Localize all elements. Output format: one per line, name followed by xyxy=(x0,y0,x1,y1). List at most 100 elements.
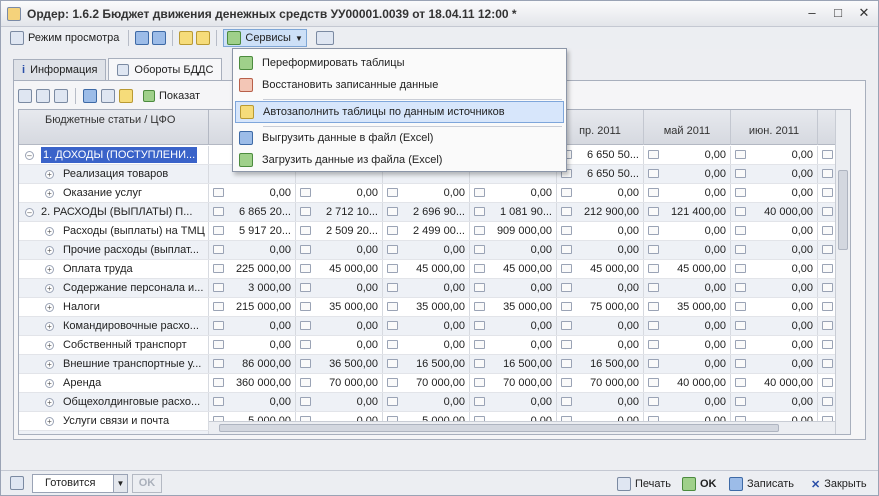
table-row[interactable]: + Налоги 215 000,00 35 000,00 35 000,00 35 00… xyxy=(19,298,850,317)
scroll-thumb[interactable] xyxy=(838,170,848,250)
expand-icon[interactable]: + xyxy=(45,417,54,426)
value-cell[interactable]: 0,00 xyxy=(470,279,557,297)
value-cell[interactable]: 5 917 20... xyxy=(209,222,296,240)
value-cell[interactable]: 2 712 10... xyxy=(296,203,383,221)
menu-item-restore-data[interactable]: Восстановить записанные данные xyxy=(235,74,564,96)
table-row[interactable]: + Оплата труда 225 000,00 45 000,00 45 000,0… xyxy=(19,260,850,279)
tab-information[interactable]: i Информация xyxy=(13,59,107,80)
value-cell[interactable]: 70 000,00 xyxy=(470,374,557,392)
value-cell[interactable]: 45 000,00 xyxy=(470,260,557,278)
value-cell[interactable]: 0,00 xyxy=(296,279,383,297)
row-name-cell[interactable]: + Прочие расходы (выплат... xyxy=(19,241,209,259)
row-name-cell[interactable]: + Общехолдинговые расхо... xyxy=(19,393,209,411)
grid-settings-icon[interactable] xyxy=(83,89,97,103)
value-cell[interactable]: 0,00 xyxy=(731,336,818,354)
value-cell[interactable]: 0,00 xyxy=(644,146,731,164)
row-name-cell[interactable]: + Собственный транспорт xyxy=(19,336,209,354)
value-cell[interactable]: 45 000,00 xyxy=(644,260,731,278)
value-cell[interactable]: 40 000,00 xyxy=(644,374,731,392)
value-cell[interactable]: 360 000,00 xyxy=(209,374,296,392)
value-cell[interactable]: 35 000,00 xyxy=(383,298,470,316)
row-name-cell[interactable]: + Налоги xyxy=(19,298,209,316)
value-cell[interactable]: 2 509 20... xyxy=(296,222,383,240)
print-preview-icon[interactable] xyxy=(101,89,115,103)
row-name-cell[interactable]: + Оказание услуг xyxy=(19,184,209,202)
value-cell[interactable]: 0,00 xyxy=(731,317,818,335)
value-cell[interactable]: 0,00 xyxy=(557,241,644,259)
view-mode-button[interactable]: Режим просмотра xyxy=(7,29,122,47)
vertical-scrollbar[interactable] xyxy=(835,110,850,434)
value-cell[interactable]: 1 081 90... xyxy=(470,203,557,221)
maximize-button[interactable]: □ xyxy=(830,5,846,21)
value-cell[interactable]: 0,00 xyxy=(209,317,296,335)
expand-icon[interactable]: + xyxy=(45,246,54,255)
show-button[interactable]: Показат xyxy=(159,90,200,102)
value-cell[interactable]: 0,00 xyxy=(470,336,557,354)
menu-item-export-excel[interactable]: Выгрузить данные в файл (Excel) xyxy=(235,127,564,149)
value-cell[interactable]: 45 000,00 xyxy=(557,260,644,278)
value-cell[interactable]: 75 000,00 xyxy=(557,298,644,316)
value-cell[interactable]: 0,00 xyxy=(731,165,818,183)
show-icon[interactable] xyxy=(143,90,155,102)
row-name-cell[interactable]: +Консалтинговые услуги xyxy=(19,431,209,434)
expand-icon[interactable]: + xyxy=(45,189,54,198)
value-cell[interactable]: 0,00 xyxy=(296,336,383,354)
row-name-cell[interactable]: + Услуги связи и почта xyxy=(19,412,209,430)
value-cell[interactable]: 0,00 xyxy=(731,146,818,164)
value-cell[interactable]: 0,00 xyxy=(731,260,818,278)
value-cell[interactable]: 3 000,00 xyxy=(209,279,296,297)
value-cell[interactable]: 215 000,00 xyxy=(209,298,296,316)
row-name-cell[interactable]: –1. ДОХОДЫ (ПОСТУПЛЕНИ... xyxy=(19,146,209,164)
value-cell[interactable]: 35 000,00 xyxy=(644,298,731,316)
scroll-thumb[interactable] xyxy=(219,424,779,432)
value-cell[interactable]: 40 000,00 xyxy=(731,374,818,392)
structure-icon[interactable] xyxy=(135,31,150,45)
value-cell[interactable]: 0,00 xyxy=(731,241,818,259)
ok-button[interactable]: OK xyxy=(682,475,717,493)
image-icon[interactable] xyxy=(152,31,167,45)
expand-icon[interactable]: + xyxy=(45,303,54,312)
tree-level-3-icon[interactable] xyxy=(54,89,68,103)
value-cell[interactable]: 70 000,00 xyxy=(383,374,470,392)
value-cell[interactable]: 45 000,00 xyxy=(296,260,383,278)
value-cell[interactable]: 0,00 xyxy=(731,184,818,202)
expand-icon[interactable]: + xyxy=(45,398,54,407)
print-button[interactable]: Печать xyxy=(617,475,671,493)
minimize-button[interactable]: – xyxy=(804,5,820,21)
state-select[interactable]: Готовится ▼ xyxy=(32,474,128,493)
row-name-cell[interactable]: + Реализация товаров xyxy=(19,165,209,183)
tab-bdds-turnover[interactable]: Обороты БДДС xyxy=(108,58,223,80)
value-cell[interactable]: 0,00 xyxy=(383,336,470,354)
value-cell[interactable]: 0,00 xyxy=(731,393,818,411)
value-cell[interactable]: 0,00 xyxy=(209,393,296,411)
value-cell[interactable]: 45 000,00 xyxy=(383,260,470,278)
value-cell[interactable]: 0,00 xyxy=(644,317,731,335)
state-ok-button[interactable]: OK xyxy=(132,474,162,493)
column-header[interactable]: июн. 2011 xyxy=(731,110,818,145)
table-row[interactable]: + Оказание услуг 0,00 0,00 0,00 0,00 0,00 0,00 0… xyxy=(19,184,850,203)
value-cell[interactable]: 212 900,00 xyxy=(557,203,644,221)
row-name-cell[interactable]: + Оплата труда xyxy=(19,260,209,278)
document-up-icon[interactable] xyxy=(179,31,194,45)
value-cell[interactable]: 0,00 xyxy=(557,184,644,202)
value-cell[interactable]: 2 499 00... xyxy=(383,222,470,240)
value-cell[interactable]: 0,00 xyxy=(470,317,557,335)
table-row[interactable]: + Собственный транспорт 0,00 0,00 0,00 0,00 0,… xyxy=(19,336,850,355)
value-cell[interactable]: 0,00 xyxy=(296,317,383,335)
link-icon[interactable] xyxy=(315,31,334,45)
value-cell[interactable]: 0,00 xyxy=(296,241,383,259)
value-cell[interactable]: 6 865 20... xyxy=(209,203,296,221)
value-cell[interactable]: 225 000,00 xyxy=(209,260,296,278)
folder-icon[interactable] xyxy=(119,89,133,103)
value-cell[interactable]: 0,00 xyxy=(209,184,296,202)
table-row[interactable]: + Внешние транспортные у... 86 000,00 36 50… xyxy=(19,355,850,374)
close-window-button[interactable]: ✕ xyxy=(856,5,872,21)
value-cell[interactable]: 16 500,00 xyxy=(383,355,470,373)
value-cell[interactable]: 0,00 xyxy=(470,184,557,202)
value-cell[interactable]: 0,00 xyxy=(383,393,470,411)
value-cell[interactable]: 0,00 xyxy=(557,336,644,354)
value-cell[interactable]: 16 500,00 xyxy=(470,355,557,373)
tree-level-2-icon[interactable] xyxy=(36,89,50,103)
value-cell[interactable]: 86 000,00 xyxy=(209,355,296,373)
value-cell[interactable]: 0,00 xyxy=(557,279,644,297)
